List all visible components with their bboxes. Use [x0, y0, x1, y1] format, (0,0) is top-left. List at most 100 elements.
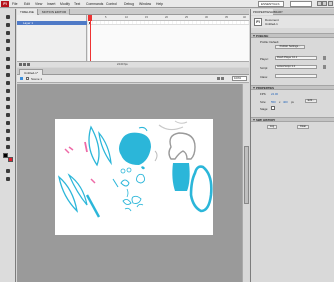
tab-library[interactable]: LIBRARY [269, 9, 285, 15]
layer-list: Layer 1 [17, 15, 87, 61]
pasteboard[interactable] [17, 84, 242, 282]
settings-pencil-icon[interactable] [323, 65, 326, 69]
frame-row[interactable] [88, 21, 249, 25]
frame-number: 15 [145, 16, 148, 19]
class-label: Class: [260, 75, 268, 79]
frame-area[interactable]: 5 10 15 20 25 30 35 40 [88, 15, 249, 61]
smooth-icon[interactable] [3, 175, 13, 183]
menu-commands[interactable]: Commands [86, 2, 103, 6]
properties-section-header[interactable]: PROPERTIES [251, 85, 334, 90]
menu-text[interactable]: Text [74, 2, 80, 6]
pen-tool-icon[interactable] [3, 55, 13, 63]
stage-vertical-scrollbar[interactable] [242, 84, 249, 282]
scene-label[interactable]: Scene 1 [31, 77, 42, 81]
class-input[interactable] [275, 74, 317, 78]
maximize-button[interactable] [322, 1, 327, 6]
script-select[interactable]: ActionScript 3.0 [275, 65, 317, 69]
document-type-icon: Fl [254, 18, 262, 26]
bone-tool-icon[interactable] [3, 111, 13, 119]
frame-number: 10 [125, 16, 128, 19]
stage-width[interactable]: 550 [271, 100, 276, 104]
timeline-footer: 24.00 fps [17, 61, 249, 67]
text-tool-icon[interactable] [3, 63, 13, 71]
fill-color-swatch[interactable] [8, 157, 13, 162]
size-unit: px [291, 100, 294, 104]
new-folder-icon[interactable] [23, 63, 26, 66]
size-separator: x [279, 100, 281, 104]
app-logo: Fl [1, 1, 9, 7]
layer-name: Layer 1 [23, 21, 34, 25]
frame-number: 35 [225, 16, 228, 19]
subselection-tool-icon[interactable] [3, 21, 13, 29]
line-tool-icon[interactable] [3, 71, 13, 79]
rectangle-tool-icon[interactable] [3, 79, 13, 87]
drawing-shapes[interactable] [55, 119, 213, 235]
log-button[interactable]: Log [267, 125, 277, 129]
lasso-tool-icon[interactable] [3, 45, 13, 53]
stage-height[interactable]: 400 [283, 100, 288, 104]
frame-number: 20 [165, 16, 168, 19]
stage-label: Stage: [260, 107, 269, 111]
close-button[interactable] [327, 1, 333, 6]
document-tabs: Untitled-1* [17, 68, 249, 75]
publish-settings-button[interactable]: Publish Settings... [275, 45, 305, 49]
stage-canvas[interactable] [55, 119, 213, 235]
timeline-panel: TIMELINE MOTION EDITOR Layer 1 5 10 15 2… [17, 9, 249, 67]
panel-tabs: PROPERTIES LIBRARY [251, 9, 334, 15]
flash-app-window: Fl File Edit View Insert Modify Text Com… [0, 0, 334, 282]
edit-symbol-icon[interactable] [221, 77, 224, 80]
menu-insert[interactable]: Insert [47, 2, 55, 6]
edit-document-button[interactable]: Edit... [305, 99, 317, 103]
brush-tool-icon[interactable] [3, 95, 13, 103]
properties-panel: PROPERTIES LIBRARY Fl Document Untitled-… [250, 9, 334, 282]
new-layer-icon[interactable] [19, 63, 22, 66]
size-label: Size: [260, 100, 267, 104]
player-label: Player: [260, 57, 269, 61]
paint-bucket-tool-icon[interactable] [3, 119, 13, 127]
deco-tool-icon[interactable] [3, 103, 13, 111]
menu-window[interactable]: Window [139, 2, 151, 6]
clear-button[interactable]: Clear [297, 125, 309, 129]
snap-to-objects-icon[interactable] [3, 167, 13, 175]
layer-buttons [19, 63, 49, 67]
free-transform-tool-icon[interactable] [3, 29, 13, 37]
hand-tool-icon[interactable] [3, 135, 13, 143]
player-select[interactable]: Flash Player 10.1 [275, 56, 317, 60]
fps-value[interactable]: 24.00 [271, 92, 278, 96]
script-label: Script: [260, 66, 268, 70]
workspace-switcher[interactable]: ESSENTIALS [258, 1, 284, 7]
frame-rate-readout[interactable]: 24.00 fps [117, 63, 128, 66]
menu-modify[interactable]: Modify [60, 2, 70, 6]
3d-rotation-tool-icon[interactable] [3, 37, 13, 45]
scrollbar-thumb[interactable] [244, 146, 249, 204]
help-search-input[interactable] [290, 1, 312, 7]
stage-color-swatch[interactable] [271, 106, 275, 110]
document-info: Fl Document Untitled-1 [251, 16, 334, 28]
window-controls [316, 1, 333, 7]
publish-section-header[interactable]: PUBLISH [251, 33, 334, 38]
frame-number: 40 [243, 16, 246, 19]
back-arrow-icon[interactable] [20, 77, 23, 80]
swf-history-section-header[interactable]: SWF HISTORY [251, 117, 334, 122]
selection-tool-icon[interactable] [3, 13, 13, 21]
wrench-icon[interactable] [323, 56, 326, 60]
menu-help[interactable]: Help [156, 2, 163, 6]
menu-debug[interactable]: Debug [124, 2, 134, 6]
tools-panel [0, 9, 16, 282]
delete-layer-icon[interactable] [27, 63, 30, 66]
menu-control[interactable]: Control [106, 2, 117, 6]
eyedropper-tool-icon[interactable] [3, 127, 13, 135]
edit-scene-icon[interactable] [217, 77, 220, 80]
layer-row[interactable]: Layer 1 [17, 21, 87, 25]
menu-view[interactable]: View [35, 2, 42, 6]
minimize-button[interactable] [316, 1, 322, 6]
zoom-select[interactable]: 100% [232, 76, 247, 81]
menu-file[interactable]: File [12, 2, 17, 6]
profile-label: Profile: Default [260, 40, 279, 44]
edit-icons [217, 77, 229, 81]
pencil-tool-icon[interactable] [3, 87, 13, 95]
zoom-tool-icon[interactable] [3, 143, 13, 151]
menu-bar: Fl File Edit View Insert Modify Text Com… [0, 0, 334, 8]
menu-edit[interactable]: Edit [24, 2, 30, 6]
playhead-line [90, 21, 91, 61]
